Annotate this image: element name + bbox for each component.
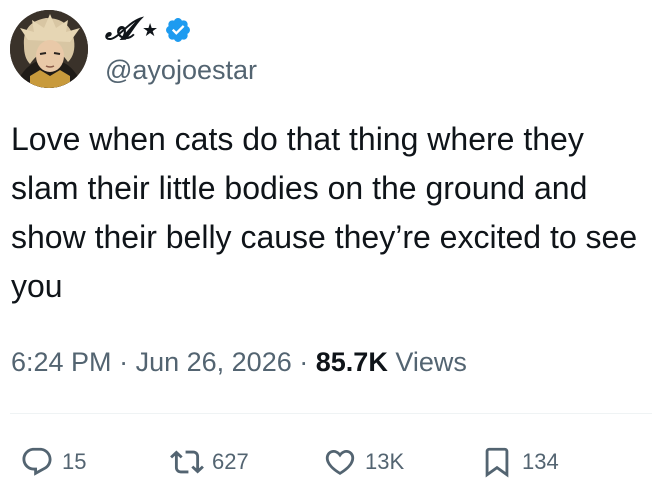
retweet-count: 627 [212,449,249,474]
like-icon [325,449,355,475]
avatar-image [10,10,88,88]
reply-icon [22,447,52,476]
reply-button[interactable]: 15 [20,440,86,484]
bookmark-icon [485,447,509,478]
author-name-row: 𝓐 ★ [105,12,192,48]
meta-separator: · [119,347,129,377]
tweet-text: Love when cats do that thing where they … [11,121,638,304]
action-bar: 15 627 13K 134 [20,440,640,484]
tweet-meta: 6:24 PM · Jun 26, 2026 · 85.7K Views [11,340,467,384]
bookmark-count: 134 [522,449,559,474]
tweet-time[interactable]: 6:24 PM [11,347,112,377]
views-count: 85.7K [315,347,388,377]
like-button[interactable]: 13K [323,440,404,484]
avatar[interactable] [10,10,88,88]
meta-separator: · [299,347,309,377]
display-name[interactable]: 𝓐 [105,12,134,48]
like-count: 13K [365,449,405,474]
retweet-button[interactable]: 627 [170,440,249,484]
reply-count: 15 [62,449,87,474]
divider [10,413,652,414]
star-icon: ★ [141,20,159,40]
tweet-date[interactable]: Jun 26, 2026 [136,347,292,377]
retweet-icon [170,450,204,474]
bookmark-button[interactable]: 134 [480,440,559,484]
views-label: Views [395,347,467,377]
author-handle[interactable]: @ayojoestar [105,52,257,88]
verified-badge-icon[interactable] [164,16,192,44]
